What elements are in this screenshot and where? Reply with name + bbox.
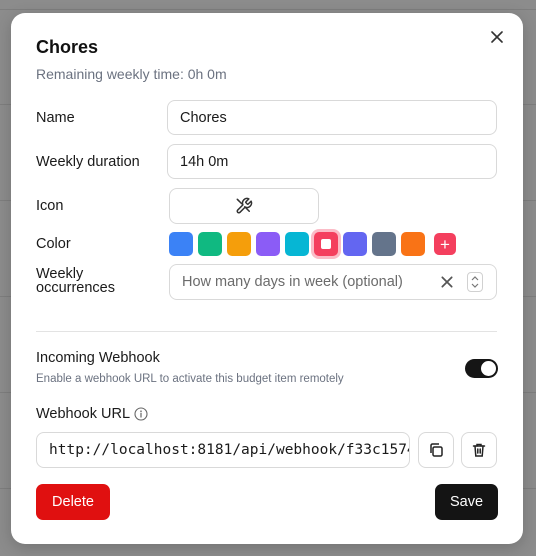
remaining-weekly-time: Remaining weekly time: 0h 0m (36, 66, 227, 82)
delete-button[interactable]: Delete (36, 484, 110, 520)
copy-icon (430, 443, 443, 457)
weekly-occurrences-label-line2: occurrences (36, 280, 115, 296)
color-swatch[interactable] (169, 232, 193, 256)
weekly-occurrences-input[interactable]: How many days in week (optional) (169, 264, 497, 300)
add-color-button[interactable]: + (434, 233, 456, 255)
color-label: Color (36, 236, 71, 252)
name-input[interactable]: Chores (167, 100, 497, 135)
weekly-occurrences-label-line1: Weekly (36, 266, 84, 282)
stepper-arrows-icon (471, 276, 479, 288)
color-swatch[interactable] (343, 232, 367, 256)
weekly-duration-input[interactable]: 14h 0m (167, 144, 497, 179)
icon-label: Icon (36, 198, 64, 214)
close-button[interactable] (487, 27, 507, 47)
copy-url-button[interactable] (418, 432, 454, 468)
backdrop-line (0, 9, 536, 10)
color-swatch[interactable] (285, 232, 309, 256)
wrench-screwdriver-icon (236, 197, 253, 214)
weekly-occurrences-label: Weekly occurrences (36, 266, 115, 296)
close-icon[interactable] (491, 31, 503, 43)
color-swatch[interactable] (372, 232, 396, 256)
edit-budget-dialog: Chores Remaining weekly time: 0h 0m Name… (11, 13, 523, 544)
trash-icon (472, 443, 486, 457)
section-divider (36, 331, 497, 332)
incoming-webhook-title: Incoming Webhook (36, 350, 160, 366)
webhook-url-label: Webhook URL (36, 406, 131, 422)
webhook-url-field[interactable]: http://localhost:8181/api/webhook/f33c15… (36, 432, 410, 468)
dialog-title: Chores (36, 37, 99, 57)
toggle-knob (481, 361, 496, 376)
delete-url-button[interactable] (461, 432, 497, 468)
save-button[interactable]: Save (435, 484, 498, 520)
name-label: Name (36, 110, 75, 126)
incoming-webhook-description: Enable a webhook URL to activate this bu… (36, 373, 344, 385)
number-stepper[interactable] (467, 272, 483, 292)
clear-icon[interactable] (440, 275, 454, 289)
weekly-occurrences-placeholder: How many days in week (optional) (182, 274, 403, 290)
weekly-duration-label: Weekly duration (36, 154, 140, 170)
icon-picker-button[interactable] (169, 188, 319, 224)
webhook-toggle[interactable] (465, 359, 498, 378)
color-swatch[interactable] (401, 232, 425, 256)
color-swatch[interactable] (227, 232, 251, 256)
color-swatch[interactable] (314, 232, 338, 256)
color-swatch[interactable] (198, 232, 222, 256)
color-swatch[interactable] (256, 232, 280, 256)
info-icon[interactable] (134, 407, 148, 421)
